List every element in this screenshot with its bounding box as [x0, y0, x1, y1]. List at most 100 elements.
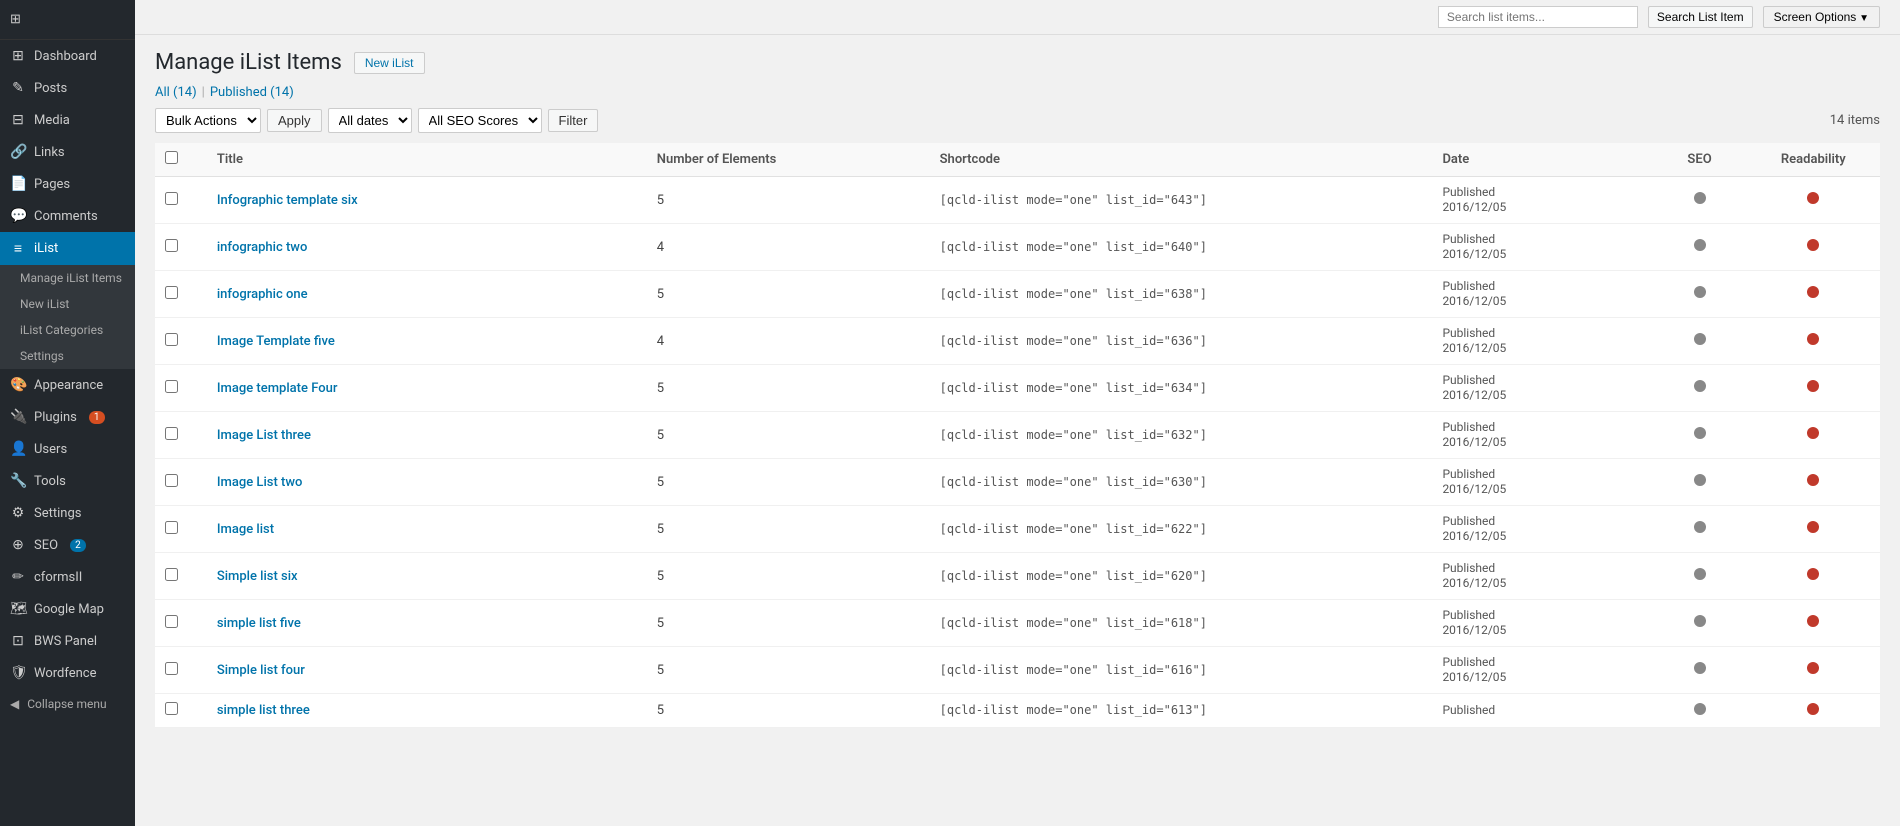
filter-separator: |: [202, 85, 205, 100]
row-checkbox[interactable]: [165, 615, 178, 628]
sidebar-item-users[interactable]: 👤 Users: [0, 433, 135, 465]
row-seo-cell: [1652, 459, 1746, 506]
row-shortcode-cell: [qcld-ilist mode="one" list_id="636"]: [930, 318, 1433, 365]
table-header: Title Number of Elements Shortcode Date …: [155, 143, 1880, 177]
new-ilist-button[interactable]: New iList: [354, 52, 425, 74]
row-title-link[interactable]: Image List two: [217, 475, 303, 490]
sidebar-item-label: Wordfence: [34, 666, 97, 681]
sidebar-item-settings-main[interactable]: ⚙ Settings: [0, 497, 135, 529]
sidebar-item-seo[interactable]: ⊕ SEO 2: [0, 529, 135, 561]
row-date-status: Published2016/12/05: [1442, 514, 1506, 543]
seo-dot: [1694, 703, 1706, 715]
row-title-link[interactable]: infographic two: [217, 240, 307, 255]
items-count: 14 items: [1830, 113, 1880, 128]
screen-options-button[interactable]: Screen Options: [1763, 6, 1880, 28]
row-title-link[interactable]: Image List three: [217, 428, 311, 443]
sidebar-item-comments[interactable]: 💬 Comments: [0, 200, 135, 232]
row-checkbox[interactable]: [165, 192, 178, 205]
apply-button[interactable]: Apply: [267, 109, 322, 132]
row-title-link[interactable]: infographic one: [217, 287, 308, 302]
row-shortcode-text: [qcld-ilist mode="one" list_id="636"]: [940, 334, 1207, 348]
row-seo-cell: [1652, 271, 1746, 318]
all-dates-select[interactable]: All dates: [328, 108, 412, 133]
sidebar-item-ilist-categories[interactable]: iList Categories: [0, 317, 135, 343]
row-readability-cell: [1747, 412, 1880, 459]
row-checkbox[interactable]: [165, 427, 178, 440]
sidebar-item-new-ilist[interactable]: New iList: [0, 291, 135, 317]
row-checkbox[interactable]: [165, 474, 178, 487]
sidebar-item-label: Posts: [34, 81, 67, 96]
row-checkbox[interactable]: [165, 239, 178, 252]
row-title-link[interactable]: simple list five: [217, 616, 301, 631]
sidebar-item-tools[interactable]: 🔧 Tools: [0, 465, 135, 497]
readability-dot: [1807, 703, 1819, 715]
links-icon: 🔗: [10, 144, 26, 160]
row-checkbox[interactable]: [165, 521, 178, 534]
sidebar-item-appearance[interactable]: 🎨 Appearance: [0, 369, 135, 401]
page-title-row: Manage iList Items New iList: [155, 50, 1880, 75]
search-list-item-button[interactable]: Search List Item: [1648, 6, 1753, 28]
readability-dot: [1807, 286, 1819, 298]
row-shortcode-cell: [qcld-ilist mode="one" list_id="618"]: [930, 600, 1433, 647]
sidebar-item-bws-panel[interactable]: ⊡ BWS Panel: [0, 625, 135, 657]
row-checkbox[interactable]: [165, 286, 178, 299]
sidebar-item-links[interactable]: 🔗 Links: [0, 136, 135, 168]
row-checkbox-cell: [155, 365, 207, 412]
readability-dot: [1807, 333, 1819, 345]
sidebar-item-google-map[interactable]: 🗺 Google Map: [0, 593, 135, 625]
row-elements-cell: 5: [647, 600, 930, 647]
sidebar-item-label: Tools: [34, 474, 66, 489]
filter-all-link[interactable]: All (14): [155, 85, 197, 100]
filter-published-link[interactable]: Published (14): [210, 85, 294, 100]
row-shortcode-cell: [qcld-ilist mode="one" list_id="613"]: [930, 694, 1433, 728]
row-checkbox[interactable]: [165, 702, 178, 715]
sidebar-item-manage-ilist[interactable]: Manage iList Items: [0, 265, 135, 291]
row-shortcode-text: [qcld-ilist mode="one" list_id="632"]: [940, 428, 1207, 442]
sidebar-item-ilist[interactable]: ≡ iList: [0, 232, 135, 265]
row-title-link[interactable]: Image template Four: [217, 381, 338, 396]
row-readability-cell: [1747, 224, 1880, 271]
row-date-status: Published2016/12/05: [1442, 279, 1506, 308]
row-checkbox-cell: [155, 224, 207, 271]
row-title-cell: Image Template five: [207, 318, 647, 365]
select-all-checkbox[interactable]: [165, 151, 178, 164]
row-checkbox[interactable]: [165, 568, 178, 581]
row-title-link[interactable]: simple list three: [217, 703, 310, 718]
all-seo-scores-select[interactable]: All SEO Scores: [418, 108, 542, 133]
search-input[interactable]: [1438, 6, 1638, 28]
sidebar-item-cformsii[interactable]: ✏ cformsII: [0, 561, 135, 593]
row-elements-cell: 4: [647, 318, 930, 365]
row-title-link[interactable]: Image Template five: [217, 334, 335, 349]
row-date-cell: Published2016/12/05: [1432, 412, 1652, 459]
row-checkbox[interactable]: [165, 380, 178, 393]
sidebar-item-label: Settings: [34, 506, 81, 521]
row-elements-cell: 5: [647, 506, 930, 553]
plugins-badge: 1: [89, 411, 105, 424]
sidebar-item-posts[interactable]: ✎ Posts: [0, 72, 135, 104]
collapse-menu[interactable]: ◀ Collapse menu: [0, 689, 135, 719]
sidebar-item-label: Dashboard: [34, 49, 97, 64]
sidebar-item-settings[interactable]: Settings: [0, 343, 135, 369]
header-seo: SEO: [1652, 143, 1746, 177]
row-title-link[interactable]: Simple list six: [217, 569, 298, 584]
bulk-actions-select[interactable]: Bulk Actions: [155, 108, 261, 133]
row-readability-cell: [1747, 647, 1880, 694]
sidebar-item-plugins[interactable]: 🔌 Plugins 1: [0, 401, 135, 433]
row-title-link[interactable]: Simple list four: [217, 663, 305, 678]
row-seo-cell: [1652, 506, 1746, 553]
row-checkbox[interactable]: [165, 662, 178, 675]
sidebar-item-pages[interactable]: 📄 Pages: [0, 168, 135, 200]
filter-button[interactable]: Filter: [548, 109, 599, 132]
header-readability: Readability: [1747, 143, 1880, 177]
seo-dot: [1694, 474, 1706, 486]
sidebar-item-wordfence[interactable]: 🛡 Wordfence: [0, 657, 135, 689]
row-checkbox[interactable]: [165, 333, 178, 346]
row-date-cell: Published2016/12/05: [1432, 318, 1652, 365]
row-title-link[interactable]: Image list: [217, 522, 274, 537]
seo-dot: [1694, 568, 1706, 580]
row-date-cell: Published: [1432, 694, 1652, 728]
row-title-link[interactable]: Infographic template six: [217, 193, 358, 208]
row-date-status: Published: [1442, 703, 1495, 717]
sidebar-item-dashboard[interactable]: ⊞ Dashboard: [0, 40, 135, 72]
sidebar-item-media[interactable]: ⊟ Media: [0, 104, 135, 136]
